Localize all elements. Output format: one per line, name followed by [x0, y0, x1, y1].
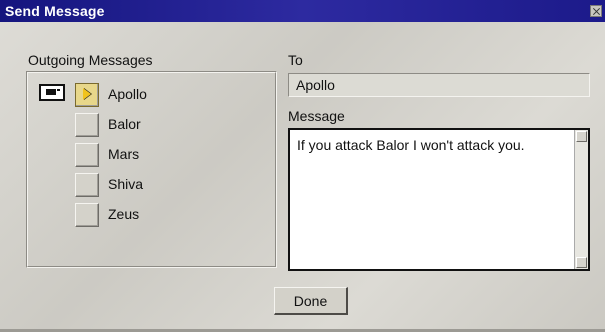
- recipient-checkbox-zeus[interactable]: [75, 203, 99, 227]
- message-text[interactable]: If you attack Balor I won't attack you.: [297, 137, 566, 265]
- message-textarea[interactable]: If you attack Balor I won't attack you.: [288, 128, 590, 271]
- recipient-label-balor: Balor: [108, 116, 141, 132]
- recipient-checkbox-mars[interactable]: [75, 143, 99, 167]
- recipient-checkbox-apollo[interactable]: [75, 83, 99, 107]
- outgoing-messages-label: Outgoing Messages: [28, 52, 153, 68]
- to-label: To: [288, 52, 303, 68]
- scroll-down-icon[interactable]: [576, 257, 587, 268]
- recipient-label-shiva: Shiva: [108, 176, 144, 192]
- message-scrollbar[interactable]: [574, 130, 588, 269]
- to-field: Apollo: [288, 73, 590, 97]
- recipient-label-apollo: Apollo: [108, 86, 147, 102]
- scroll-up-icon[interactable]: [576, 131, 587, 142]
- recipient-checkbox-shiva[interactable]: [75, 173, 99, 197]
- recipient-label-mars: Mars: [108, 146, 140, 162]
- window-title: Send Message: [5, 3, 105, 19]
- pointer-icon: [83, 88, 91, 100]
- done-button[interactable]: Done: [274, 287, 348, 315]
- envelope-icon: [39, 84, 65, 101]
- send-message-window: Send Message Outgoing Messages Apollo Ba…: [0, 0, 605, 332]
- title-bar[interactable]: Send Message: [0, 0, 605, 22]
- close-icon[interactable]: [590, 5, 602, 17]
- recipient-checkbox-balor[interactable]: [75, 113, 99, 137]
- message-label: Message: [288, 108, 345, 124]
- recipient-label-zeus: Zeus: [108, 206, 140, 222]
